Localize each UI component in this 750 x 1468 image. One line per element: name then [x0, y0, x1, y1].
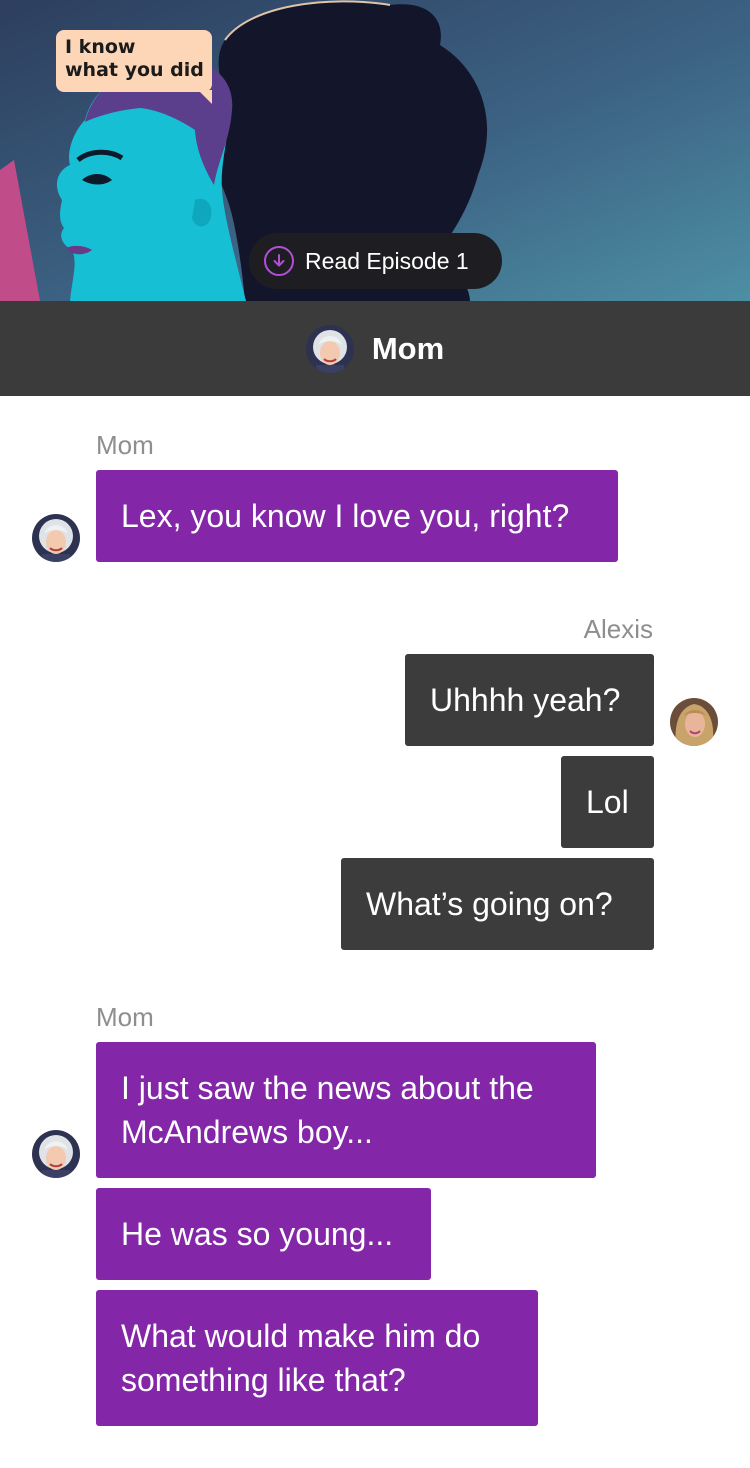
mom-avatar[interactable]	[32, 514, 80, 562]
read-episode-button[interactable]: Read Episode 1	[249, 233, 502, 289]
message-bubble[interactable]: Lol	[561, 756, 654, 848]
message-bubble[interactable]: Lex, you know I love you, right?	[96, 470, 618, 562]
episode-cover: I know what you did Read Episode 1	[0, 0, 750, 301]
speech-bubble: I know what you did	[56, 30, 212, 104]
mom-avatar[interactable]	[32, 1130, 80, 1178]
download-circle-icon	[264, 246, 294, 276]
sender-label-alexis: Alexis	[583, 614, 653, 644]
chat-header: Mom	[0, 301, 750, 396]
message-bubble[interactable]: Uhhhh yeah?	[405, 654, 654, 746]
speech-line-1: I know	[65, 36, 136, 58]
speech-line-2: what you did	[65, 59, 204, 81]
chat-screen: I know what you did Read Episode 1 Mom M…	[0, 0, 750, 1468]
speech-tail	[198, 90, 212, 104]
sender-label-mom: Mom	[96, 1002, 154, 1032]
message-bubble[interactable]: He was so young...	[96, 1188, 431, 1280]
sender-label-mom: Mom	[96, 430, 154, 460]
alexis-avatar[interactable]	[670, 698, 718, 746]
read-episode-label: Read Episode 1	[305, 247, 469, 274]
message-bubble[interactable]: I just saw the news about the McAndrews …	[96, 1042, 596, 1178]
contact-name: Mom	[371, 330, 445, 366]
message-bubble[interactable]: What’s going on?	[341, 858, 654, 950]
mom-avatar[interactable]	[305, 324, 354, 373]
message-bubble[interactable]: What would make him do something like th…	[96, 1290, 538, 1426]
